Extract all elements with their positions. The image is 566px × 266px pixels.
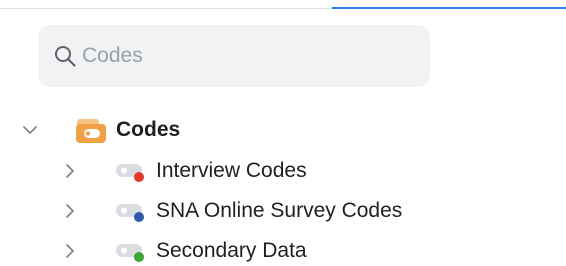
chevron-right-icon[interactable]	[62, 163, 78, 179]
code-tag-icon	[116, 204, 144, 222]
tree-item-label: Codes	[116, 118, 181, 141]
tree-item-label: Secondary Data	[156, 239, 307, 262]
code-tag-icon	[116, 164, 144, 182]
codes-panel: Codes Interview Codes SNA Online Survey …	[0, 0, 566, 266]
search-box[interactable]	[38, 25, 430, 87]
chevron-right-icon[interactable]	[62, 203, 78, 219]
chevron-down-icon[interactable]	[22, 122, 38, 138]
tree-item-interview-codes[interactable]: Interview Codes	[0, 152, 566, 190]
active-tab-indicator	[332, 7, 566, 9]
tree-item-label: Interview Codes	[156, 159, 307, 182]
tree-item-codes[interactable]: Codes	[0, 111, 566, 149]
top-divider	[0, 7, 566, 9]
search-icon	[55, 46, 76, 67]
search-input[interactable]	[82, 39, 412, 73]
tree-item-label: SNA Online Survey Codes	[156, 199, 403, 222]
tree-item-sna-online-survey-codes[interactable]: SNA Online Survey Codes	[0, 192, 566, 230]
code-tag-icon	[116, 244, 144, 262]
folder-codes-icon	[76, 119, 106, 143]
chevron-right-icon[interactable]	[62, 243, 78, 259]
tree-item-secondary-data[interactable]: Secondary Data	[0, 232, 566, 266]
